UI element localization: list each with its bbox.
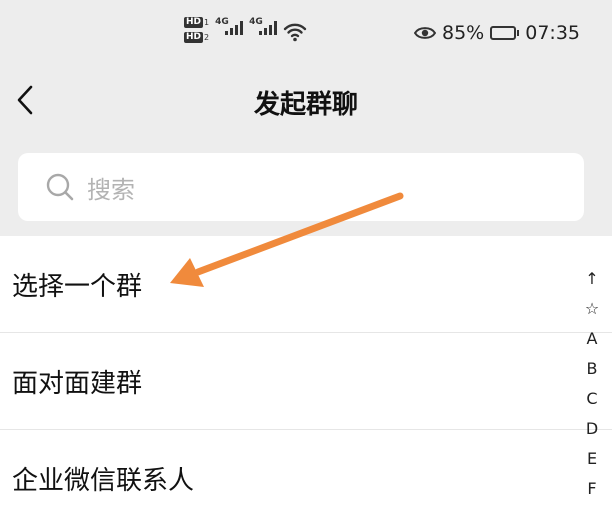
- hd-label: HD: [184, 17, 204, 28]
- signal-group: HD 1 HD 2 4G 4G: [184, 17, 307, 53]
- list-item-label: 选择一个群: [12, 271, 143, 302]
- sim2-signal: 4G: [249, 17, 278, 35]
- battery-icon: [490, 26, 520, 40]
- signal-icon: [225, 21, 244, 35]
- hd-badges: HD 1 HD 2: [184, 17, 209, 43]
- sim-number: 1: [204, 18, 210, 27]
- index-f[interactable]: F: [587, 474, 596, 504]
- search-placeholder: 搜索: [87, 175, 135, 204]
- clock: 07:35: [525, 22, 580, 44]
- hd-badge-sim1: HD 1: [184, 17, 209, 28]
- hd-label: HD: [184, 32, 204, 43]
- option-list: 选择一个群 面对面建群 企业微信联系人: [0, 236, 612, 526]
- face-to-face-group-item[interactable]: 面对面建群: [0, 333, 612, 429]
- hd-badge-sim2: HD 2: [184, 32, 209, 43]
- list-item-label: 企业微信联系人: [12, 465, 195, 496]
- index-c[interactable]: C: [586, 384, 597, 414]
- sim-number: 2: [204, 33, 210, 42]
- status-bar: HD 1 HD 2 4G 4G 85% 07:35: [0, 0, 612, 70]
- index-e[interactable]: E: [587, 444, 597, 474]
- index-top[interactable]: ↑: [585, 264, 598, 294]
- sim1-signal: 4G: [215, 17, 244, 35]
- alphabet-index-bar[interactable]: ↑ ☆ A B C D E F: [578, 264, 606, 504]
- index-b[interactable]: B: [587, 354, 598, 384]
- search-icon: [46, 173, 74, 201]
- list-item-label: 面对面建群: [12, 368, 143, 399]
- nav-bar: 发起群聊: [0, 70, 612, 130]
- status-right: 85% 07:35: [414, 22, 580, 44]
- wifi-icon: [283, 23, 307, 42]
- search-input[interactable]: 搜索: [18, 153, 584, 221]
- signal-icon: [259, 21, 278, 35]
- select-group-item[interactable]: 选择一个群: [0, 236, 612, 332]
- battery-percent: 85%: [442, 22, 485, 44]
- wecom-contacts-item[interactable]: 企业微信联系人: [0, 430, 612, 526]
- index-star[interactable]: ☆: [585, 294, 599, 324]
- index-a[interactable]: A: [587, 324, 598, 354]
- eye-icon: [414, 27, 436, 39]
- page-title: 发起群聊: [253, 90, 358, 120]
- index-d[interactable]: D: [586, 414, 598, 444]
